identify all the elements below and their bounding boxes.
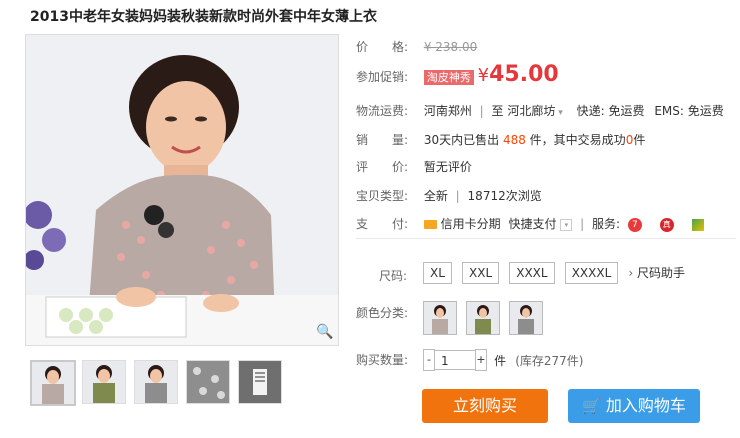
size-option-xl[interactable]: XL — [423, 262, 452, 284]
thumb-image — [187, 361, 229, 403]
price-row: 价 格: ¥ 238.00 — [356, 38, 477, 55]
thumb-image — [135, 361, 177, 403]
zoom-icon[interactable]: 🔍 — [316, 323, 334, 341]
add-to-cart-button[interactable]: 🛒 加入购物车 — [568, 389, 700, 423]
review-row: 评 价: 暂无评价 — [356, 158, 472, 175]
type-value: 全新 — [423, 189, 448, 203]
sales-count: 488 — [502, 133, 526, 147]
thumbnail-4[interactable] — [186, 360, 230, 404]
size-options: XL XXL XXXL XXXXL › 尺码助手 — [423, 262, 685, 284]
chevron-right-icon: › — [628, 266, 634, 280]
thumbnail-3[interactable] — [134, 360, 178, 404]
service-label: 服务: — [592, 217, 621, 231]
model-photo — [26, 35, 338, 345]
qty-input[interactable]: 1 — [435, 350, 475, 370]
pay-row: 支 付: 信用卡分期 快捷支付 ▾ | 服务: 7 真 — [356, 215, 704, 232]
divider: | — [479, 104, 484, 118]
shipping-label: 物流运费: — [356, 104, 409, 118]
ship-to-prefix: 至 — [491, 104, 504, 118]
cart-icon: 🛒 — [582, 397, 601, 415]
seven-day-return-icon[interactable]: 7 — [627, 217, 642, 232]
type-row: 宝贝类型: 全新 | 18712次浏览 — [356, 187, 542, 204]
promo-label: 参加促销: — [356, 70, 409, 84]
size-helper-label: 尺码助手 — [637, 266, 686, 280]
original-price: ¥ 238.00 — [423, 40, 478, 54]
size-option-xxl[interactable]: XXL — [462, 262, 500, 284]
color-options — [423, 301, 547, 335]
thumb-image — [32, 362, 74, 404]
color-option-3[interactable] — [509, 301, 544, 335]
sales-suffix: 件 — [633, 133, 646, 147]
thumb-image — [83, 361, 125, 403]
ship-to: 河北廊坊 — [507, 104, 556, 118]
views: 18712次浏览 — [467, 189, 542, 203]
product-title: 2013中老年女装妈妈装秋装新款时尚外套中年女薄上衣 — [30, 9, 377, 25]
sales-label: 销 量: — [356, 133, 409, 147]
thumbnail-2[interactable] — [82, 360, 126, 404]
buy-now-button[interactable]: 立刻购买 — [422, 389, 548, 423]
promo-price: 45.00 — [489, 62, 559, 87]
promo-currency: ¥ — [477, 65, 490, 86]
purchase-panel: 尺码: XL XXL XXXL XXXXL › 尺码助手 颜色分类: 购买数量:… — [356, 238, 736, 438]
panel-divider — [356, 238, 736, 239]
ship-express: 快递: 免运费 — [576, 104, 645, 118]
qty-decrement-button[interactable]: - — [423, 349, 435, 371]
qty-increment-button[interactable]: + — [475, 349, 487, 371]
ship-to-select[interactable]: 河北廊坊 ▾ — [507, 104, 562, 118]
ship-from: 河南郑州 — [423, 104, 472, 118]
promo-tag: 淘皮神秀 — [423, 70, 474, 85]
active-thumb-marker — [50, 360, 62, 362]
product-main-image[interactable]: 🔍 — [25, 34, 339, 346]
ship-ems: EMS: 免运费 — [654, 104, 724, 118]
sales-mid: 件，其中交易成功 — [529, 133, 626, 147]
price-label: 价 格: — [356, 40, 409, 54]
pay-label: 支 付: — [356, 217, 409, 231]
shipping-row: 物流运费: 河南郑州 | 至 河北廊坊 ▾ 快递: 免运费 EMS: 免运费 — [356, 102, 724, 119]
thumbnail-1[interactable] — [30, 360, 76, 406]
review-label: 评 价: — [356, 160, 409, 174]
invoice-icon[interactable] — [691, 218, 704, 231]
promo-row: 参加促销: 淘皮神秀 ¥45.00 — [356, 62, 559, 87]
chevron-down-icon[interactable]: ▾ — [560, 218, 573, 231]
stock-info: (库存277件) — [515, 353, 584, 368]
divider: | — [455, 189, 460, 203]
qty-unit: 件 — [494, 353, 507, 368]
size-label: 尺码: — [379, 269, 408, 283]
review-value: 暂无评价 — [423, 160, 472, 174]
add-to-cart-label: 加入购物车 — [605, 396, 686, 415]
size-helper-link[interactable]: › 尺码助手 — [628, 266, 685, 280]
pay-credit-link[interactable]: 信用卡分期 — [441, 217, 501, 231]
type-label: 宝贝类型: — [356, 189, 409, 203]
quantity-stepper: -1 + 件 (库存277件) — [423, 349, 583, 371]
thumb-image — [239, 361, 281, 403]
authentic-guarantee-icon[interactable]: 真 — [659, 217, 674, 232]
color-label: 颜色分类: — [356, 306, 409, 320]
size-option-xxxl[interactable]: XXXL — [509, 262, 555, 284]
color-option-2[interactable] — [466, 301, 501, 335]
size-option-xxxxl[interactable]: XXXXL — [564, 262, 619, 284]
qty-label: 购买数量: — [356, 353, 409, 367]
chevron-down-icon: ▾ — [555, 108, 563, 118]
thumbnail-5[interactable] — [238, 360, 282, 404]
color-option-1[interactable] — [423, 301, 457, 335]
sales-row: 销 量: 30天内已售出 488 件，其中交易成功0件 — [356, 131, 645, 148]
sales-prefix: 30天内已售出 — [423, 133, 500, 147]
divider: | — [580, 217, 585, 231]
pay-quick-link[interactable]: 快捷支付 — [509, 217, 557, 231]
credit-card-icon — [423, 220, 437, 229]
